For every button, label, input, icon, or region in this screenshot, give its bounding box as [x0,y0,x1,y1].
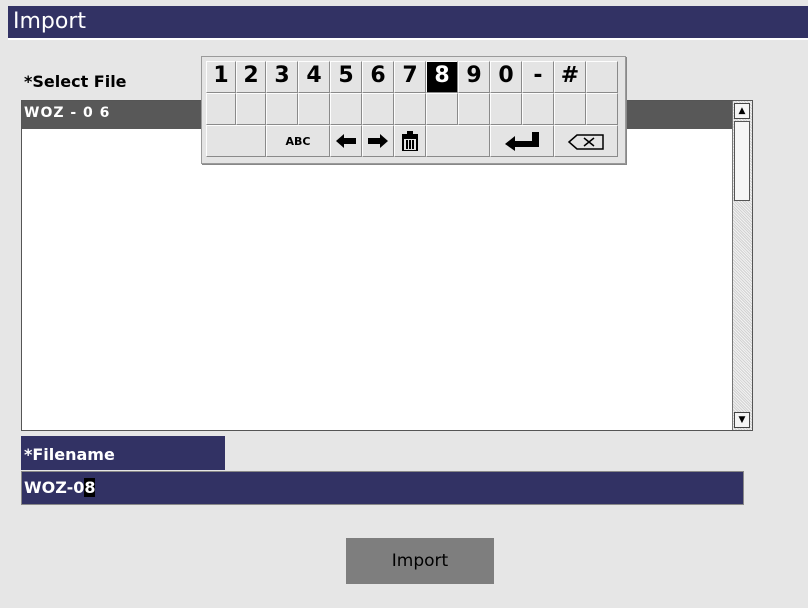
vertical-scrollbar[interactable]: ▲ ▼ [732,101,752,430]
key-7[interactable]: 7 [394,61,426,93]
key-blank[interactable] [206,125,266,157]
title-divider [8,38,808,40]
key-blank[interactable] [426,93,458,125]
key-blank[interactable] [330,93,362,125]
key-2[interactable]: 2 [236,61,266,93]
virtual-keypad: 1 2 3 4 5 6 7 8 9 0 - # ABC [201,56,626,164]
filename-text: WOZ-0 [24,478,85,497]
key-9[interactable]: 9 [458,61,490,93]
key-blank[interactable] [362,93,394,125]
enter-icon[interactable] [490,125,554,157]
key-4[interactable]: 4 [298,61,330,93]
scroll-down-icon[interactable]: ▼ [734,412,750,428]
page-title: Import [8,6,808,38]
filename-field[interactable]: WOZ-08 [21,471,744,505]
key-dash[interactable]: - [522,61,554,93]
scroll-up-icon[interactable]: ▲ [734,103,750,119]
import-button[interactable]: Import [346,538,494,584]
scroll-thumb[interactable] [734,121,750,201]
arrow-right-icon[interactable] [362,125,394,157]
backspace-icon[interactable] [554,125,618,157]
key-blank[interactable] [394,93,426,125]
key-blank[interactable] [236,93,266,125]
key-0[interactable]: 0 [490,61,522,93]
arrow-left-icon[interactable] [330,125,362,157]
key-8[interactable]: 8 [426,61,458,93]
key-hash[interactable]: # [554,61,586,93]
key-blank[interactable] [586,61,618,93]
key-blank[interactable] [426,125,490,157]
key-3[interactable]: 3 [266,61,298,93]
key-blank[interactable] [554,93,586,125]
key-blank[interactable] [586,93,618,125]
key-blank[interactable] [458,93,490,125]
key-blank[interactable] [522,93,554,125]
key-5[interactable]: 5 [330,61,362,93]
trash-icon[interactable] [394,125,426,157]
filename-label: *Filename [21,436,225,470]
text-cursor: 8 [84,478,96,497]
key-blank[interactable] [266,93,298,125]
key-blank[interactable] [490,93,522,125]
import-screen: Import *Select File WOZ - 0 6 ▲ ▼ *Filen… [8,6,808,608]
key-1[interactable]: 1 [206,61,236,93]
select-file-label: *Select File [24,72,127,91]
key-6[interactable]: 6 [362,61,394,93]
key-blank[interactable] [298,93,330,125]
abc-key[interactable]: ABC [266,125,330,157]
key-blank[interactable] [206,93,236,125]
